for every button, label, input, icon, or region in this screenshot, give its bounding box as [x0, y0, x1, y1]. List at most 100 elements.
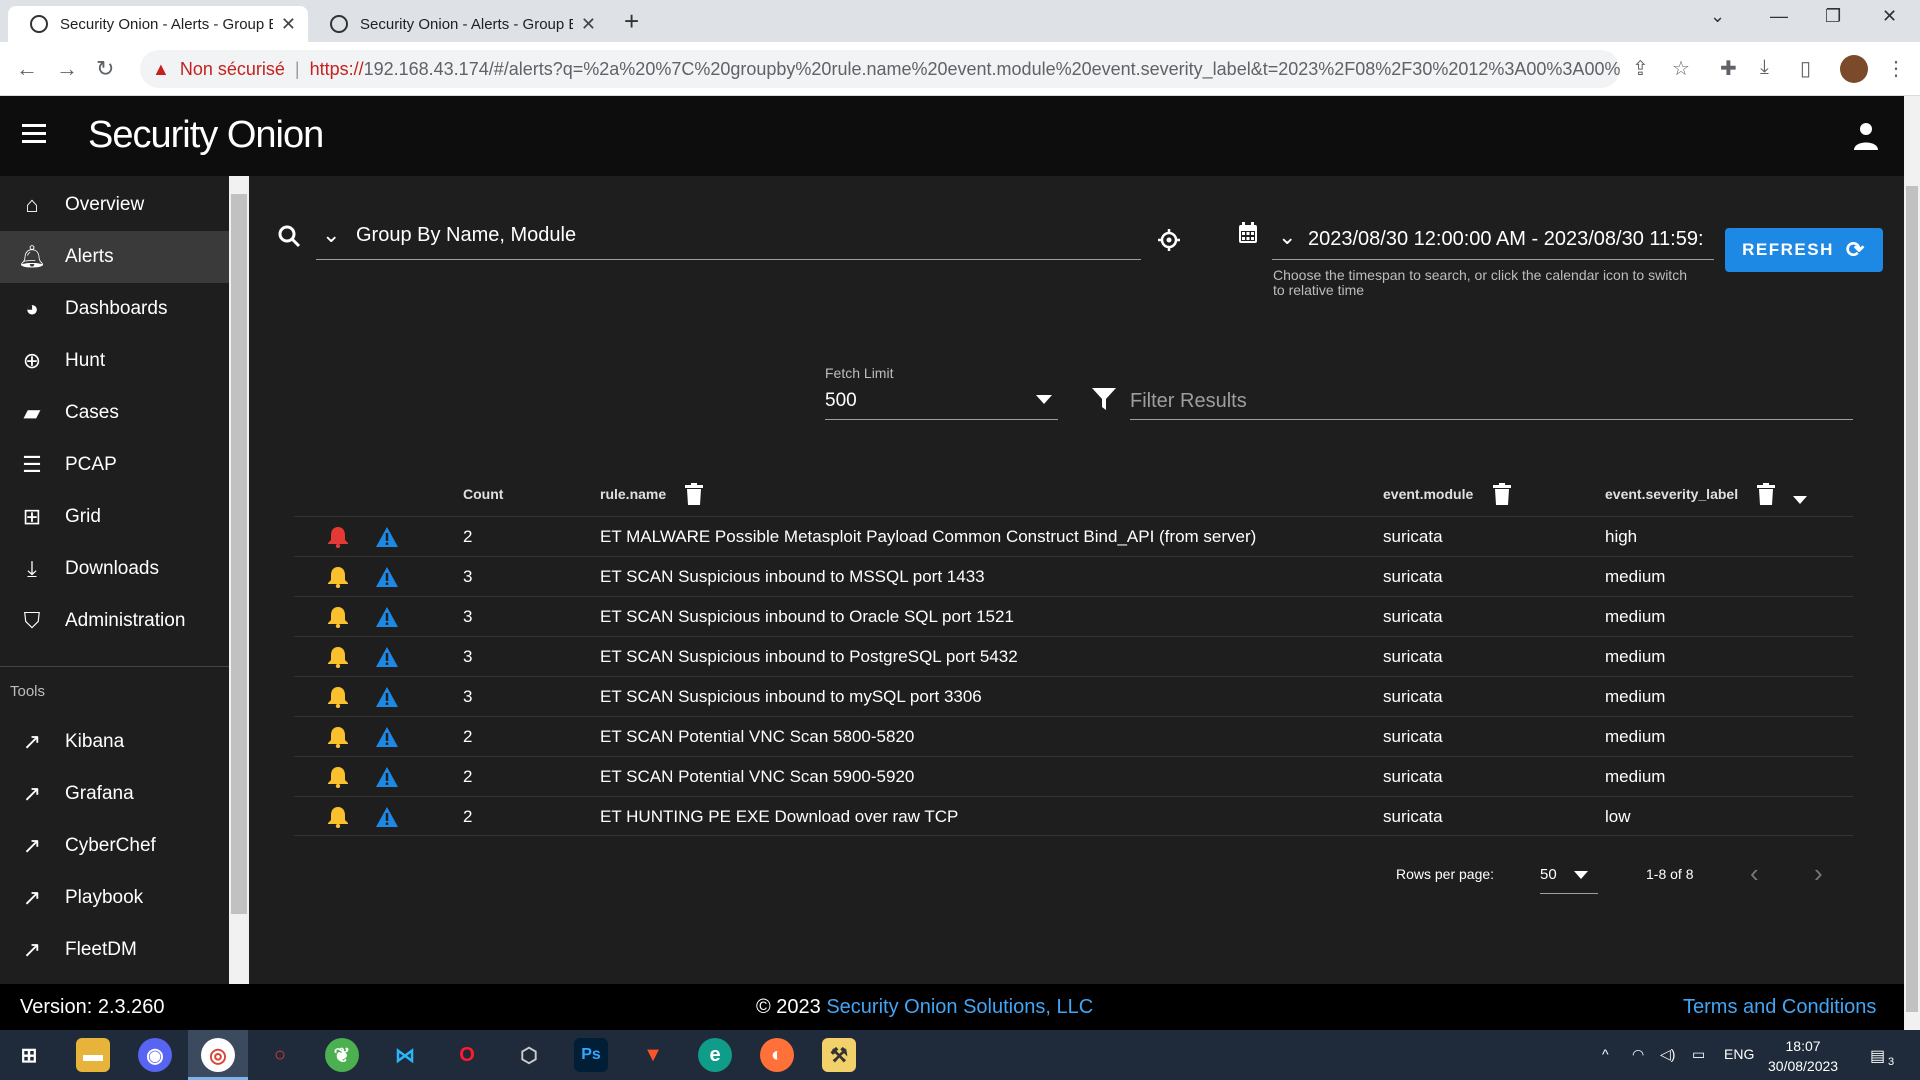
next-page-icon[interactable]: ›	[1814, 858, 1823, 889]
user-account-icon[interactable]	[1853, 122, 1879, 150]
sidebar-item-grid[interactable]: ⊞ Grid	[0, 491, 229, 543]
cell-rule-name[interactable]: ET SCAN Suspicious inbound to Oracle SQL…	[600, 607, 1014, 627]
close-tab-icon[interactable]: ✕	[581, 14, 596, 35]
cell-event-module[interactable]: suricata	[1383, 687, 1443, 707]
battery-icon[interactable]: ▭	[1692, 1046, 1705, 1063]
share-icon[interactable]: ⇪	[1632, 56, 1649, 81]
cell-count[interactable]: 2	[463, 527, 472, 547]
cell-event-module[interactable]: suricata	[1383, 607, 1443, 627]
volume-icon[interactable]: ◁)	[1660, 1046, 1675, 1063]
download-icon[interactable]: ⤓	[1760, 56, 1769, 79]
escalate-warning-icon[interactable]	[375, 766, 399, 788]
cell-rule-name[interactable]: ET SCAN Suspicious inbound to mySQL port…	[600, 687, 982, 707]
sidebar-item-kibana[interactable]: ↗ Kibana	[0, 716, 229, 768]
escalate-warning-icon[interactable]	[375, 806, 399, 828]
table-row[interactable]: 3 ET SCAN Suspicious inbound to Oracle SQ…	[294, 596, 1853, 636]
photoshop-icon[interactable]: Ps	[574, 1038, 608, 1072]
sidebar-item-cases[interactable]: ▰ Cases	[0, 387, 229, 439]
edge-icon[interactable]: e	[698, 1038, 732, 1072]
cell-severity-label[interactable]: high	[1605, 527, 1637, 547]
acknowledge-bell-icon[interactable]	[327, 526, 349, 548]
minimize-icon[interactable]: —	[1770, 6, 1788, 27]
cell-rule-name[interactable]: ET SCAN Potential VNC Scan 5900-5920	[600, 767, 914, 787]
sidebar-item-grafana[interactable]: ↗ Grafana	[0, 768, 229, 820]
browser-tab[interactable]: Security Onion - Alerts - Group By ✕	[308, 6, 608, 42]
fetch-limit-caret-icon[interactable]	[1036, 395, 1052, 404]
sidebar-scrollbar-thumb[interactable]	[231, 194, 247, 914]
header-event-module[interactable]: event.module	[1383, 486, 1473, 502]
chrome-icon[interactable]: ◎	[201, 1038, 235, 1072]
sidebar-item-hunt[interactable]: ⊕ Hunt	[0, 335, 229, 387]
page-scrollbar-thumb[interactable]	[1906, 186, 1918, 1012]
acknowledge-bell-icon[interactable]	[327, 766, 349, 788]
discord-icon[interactable]: ◉	[138, 1038, 172, 1072]
taskbar-clock[interactable]: 18:07 30/08/2023	[1768, 1036, 1838, 1076]
acknowledge-bell-icon[interactable]	[327, 686, 349, 708]
table-row[interactable]: 2 ET SCAN Potential VNC Scan 5800-5820 sur…	[294, 716, 1853, 756]
show-hidden-icons-icon[interactable]: ^	[1602, 1046, 1609, 1062]
rows-per-page-select[interactable]: 50	[1540, 858, 1598, 894]
cell-rule-name[interactable]: ET SCAN Potential VNC Scan 5800-5820	[600, 727, 914, 747]
cell-count[interactable]: 3	[463, 607, 472, 627]
reload-icon[interactable]: ↻	[96, 56, 114, 82]
vscode-icon[interactable]: ⋈	[388, 1038, 422, 1072]
cell-severity-label[interactable]: medium	[1605, 727, 1665, 747]
remove-groupby-rule-trash-icon[interactable]	[685, 483, 703, 505]
header-event-severity-label[interactable]: event.severity_label	[1605, 486, 1738, 502]
cell-rule-name[interactable]: ET SCAN Suspicious inbound to MSSQL port…	[600, 567, 985, 587]
cell-rule-name[interactable]: ET SCAN Suspicious inbound to PostgreSQL…	[600, 647, 1018, 667]
table-row[interactable]: 2 ET SCAN Potential VNC Scan 5900-5920 sur…	[294, 756, 1853, 796]
refresh-button[interactable]: REFRESH ⟳	[1725, 228, 1883, 272]
cell-count[interactable]: 2	[463, 767, 472, 787]
acknowledge-bell-icon[interactable]	[327, 566, 349, 588]
table-row[interactable]: 2 ET MALWARE Possible Metasploit Payload …	[294, 516, 1853, 556]
terms-link[interactable]: Terms and Conditions	[1683, 996, 1876, 1019]
cell-severity-label[interactable]: medium	[1605, 567, 1665, 587]
file-explorer-icon[interactable]: ▬	[76, 1038, 110, 1072]
new-tab-icon[interactable]: +	[624, 6, 639, 37]
sort-arrow-down-icon[interactable]	[1793, 496, 1807, 504]
sidebar-item-pcap[interactable]: ☰ PCAP	[0, 439, 229, 491]
back-icon[interactable]: ←	[16, 56, 38, 82]
app-icon[interactable]: ⚒	[822, 1038, 856, 1072]
table-row[interactable]: 3 ET SCAN Suspicious inbound to MSSQL por…	[294, 556, 1853, 596]
side-panel-icon[interactable]: ▯	[1800, 56, 1811, 81]
cell-severity-label[interactable]: low	[1605, 807, 1631, 827]
filter-results-input[interactable]: Filter Results	[1130, 384, 1853, 420]
cell-count[interactable]: 2	[463, 807, 472, 827]
close-window-icon[interactable]: ✕	[1882, 6, 1897, 27]
query-input[interactable]: Group By Name, Module	[316, 218, 1141, 260]
hamburger-menu-icon[interactable]	[22, 124, 46, 144]
escalate-warning-icon[interactable]	[375, 686, 399, 708]
menu-kebab-icon[interactable]: ⋮	[1886, 56, 1906, 81]
crosshairs-icon[interactable]	[1158, 229, 1180, 251]
maximize-icon[interactable]: ❐	[1825, 6, 1841, 27]
cell-count[interactable]: 3	[463, 567, 472, 587]
sidebar-item-fleetdm[interactable]: ↗ FleetDM	[0, 924, 229, 976]
cell-count[interactable]: 3	[463, 687, 472, 707]
date-range-input[interactable]: 2023/08/30 12:00:00 AM - 2023/08/30 11:5…	[1272, 222, 1714, 260]
cell-severity-label[interactable]: medium	[1605, 767, 1665, 787]
remove-groupby-module-trash-icon[interactable]	[1493, 483, 1511, 505]
browser-tab-active[interactable]: Security Onion - Alerts - Group By ✕	[8, 6, 308, 42]
search-app-icon[interactable]: ○	[263, 1038, 297, 1072]
escalate-warning-icon[interactable]	[375, 726, 399, 748]
header-rule-name[interactable]: rule.name	[600, 486, 666, 502]
calendar-icon[interactable]	[1238, 222, 1258, 244]
cell-rule-name[interactable]: ET HUNTING PE EXE Download over raw TCP	[600, 807, 958, 827]
sidebar-item-cyberchef[interactable]: ↗ CyberChef	[0, 820, 229, 872]
profile-avatar[interactable]	[1840, 55, 1868, 83]
extensions-icon[interactable]: ✚	[1720, 56, 1737, 81]
cell-rule-name[interactable]: ET MALWARE Possible Metasploit Payload C…	[600, 527, 1256, 547]
close-tab-icon[interactable]: ✕	[281, 14, 296, 35]
virtualbox-icon[interactable]: ⬡	[512, 1038, 546, 1072]
table-row[interactable]: 3 ET SCAN Suspicious inbound to PostgreSQ…	[294, 636, 1853, 676]
cell-count[interactable]: 2	[463, 727, 472, 747]
cell-count[interactable]: 3	[463, 647, 472, 667]
table-row[interactable]: 2 ET HUNTING PE EXE Download over raw TCP…	[294, 796, 1853, 836]
brave-icon[interactable]: ▼	[636, 1038, 670, 1072]
acknowledge-bell-icon[interactable]	[327, 726, 349, 748]
header-count[interactable]: Count	[463, 486, 503, 502]
escalate-warning-icon[interactable]	[375, 646, 399, 668]
cell-event-module[interactable]: suricata	[1383, 647, 1443, 667]
